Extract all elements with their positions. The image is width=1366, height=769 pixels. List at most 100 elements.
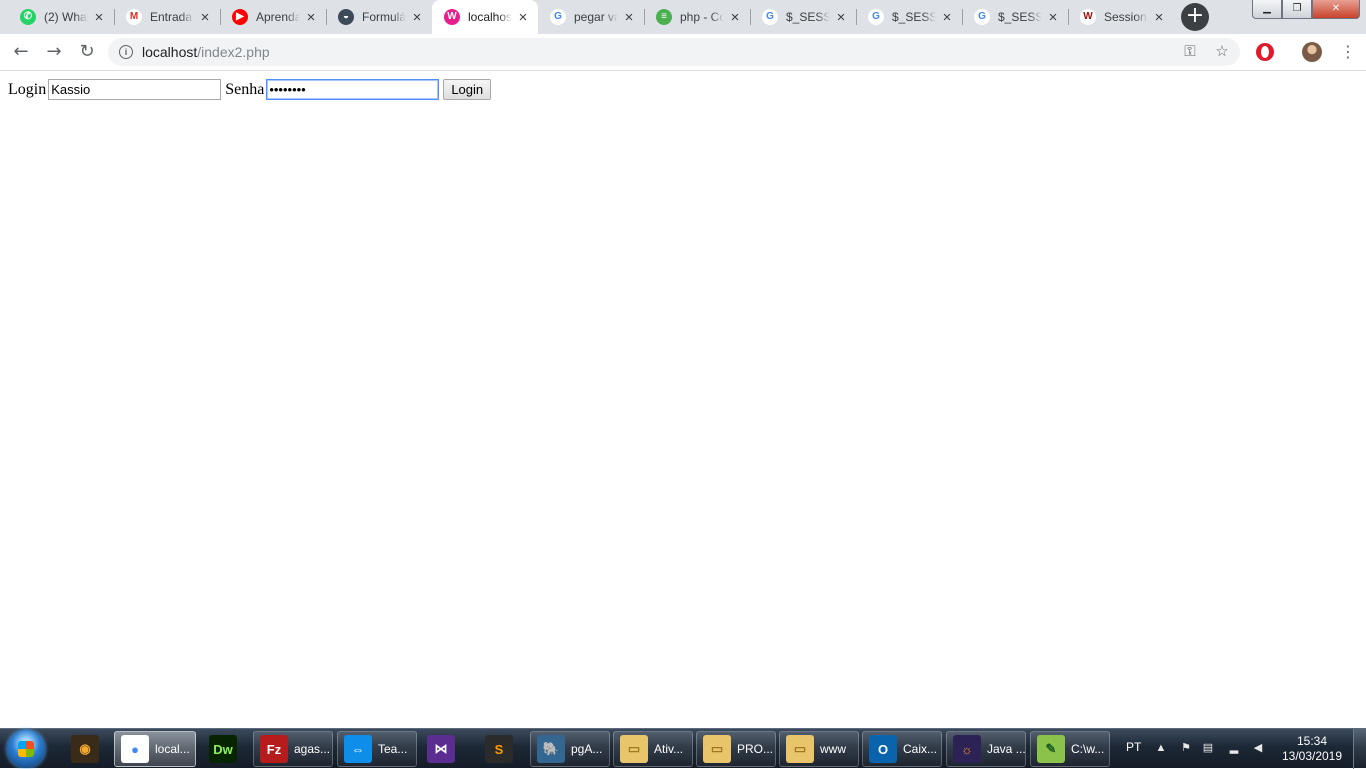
- taskbar-item-7[interactable]: 🐘 pgA...: [530, 731, 610, 767]
- tab-1[interactable]: M Entrada ×: [114, 0, 220, 34]
- taskbar-item-5[interactable]: ⋈: [420, 731, 470, 767]
- taskbar-item-8[interactable]: ▭ Ativ...: [613, 731, 693, 767]
- taskbar-item-label: Caix...: [903, 742, 938, 756]
- tab-10[interactable]: W Session ×: [1068, 0, 1174, 34]
- page-content: Login Senha Login: [0, 71, 1366, 728]
- taskbar-item-4[interactable]: ⇔ Tea...: [337, 731, 417, 767]
- login-submit-button[interactable]: Login: [443, 79, 492, 100]
- folder-icon: ▭: [786, 735, 814, 763]
- reload-icon[interactable]: ↻: [75, 40, 99, 64]
- login-label: Login: [8, 80, 47, 98]
- taskbar-item-3[interactable]: Fz agas...: [253, 731, 333, 767]
- star-bookmark-icon[interactable]: ☆: [1212, 42, 1232, 62]
- senha-input[interactable]: [266, 79, 440, 100]
- close-window-button[interactable]: ✕: [1312, 0, 1360, 19]
- forward-arrow-icon[interactable]: →: [42, 40, 66, 64]
- address-host: localhost: [142, 44, 198, 60]
- google-icon: G: [974, 9, 990, 25]
- tab-close-icon[interactable]: ×: [410, 9, 424, 26]
- tab-close-icon[interactable]: ×: [516, 9, 530, 26]
- taskbar-item-label: Tea...: [378, 742, 408, 756]
- tab-title: php - Como: [680, 10, 724, 24]
- tab-8[interactable]: G $_SESSION ×: [856, 0, 962, 34]
- minimize-button[interactable]: ▁: [1252, 0, 1282, 19]
- login-form: Login Senha Login: [8, 79, 492, 100]
- tab-6[interactable]: ≡ php - Como ×: [644, 0, 750, 34]
- taskbar-item-0[interactable]: ◉: [64, 731, 108, 767]
- taskbar-item-label: agas...: [294, 742, 331, 756]
- tab-close-icon[interactable]: ×: [622, 9, 636, 26]
- taskbar-item-6[interactable]: S: [478, 731, 526, 767]
- filezilla-icon: Fz: [260, 735, 288, 763]
- windows-taskbar: ◉ ● local... Dw Fz agas... ⇔ Tea... ⋈ S 🐘 pgA... ▭ At…: [0, 728, 1366, 769]
- profile-avatar[interactable]: [1302, 42, 1322, 62]
- opera-extension-icon[interactable]: [1256, 43, 1274, 61]
- tab-2[interactable]: ▶ Aprenda ×: [220, 0, 326, 34]
- browser-menu-icon[interactable]: ⋮: [1340, 42, 1356, 62]
- tab-9[interactable]: G $_SESSION ×: [962, 0, 1068, 34]
- tab-7[interactable]: G $_SESSION ×: [750, 0, 856, 34]
- tab-5[interactable]: Gpegar valor ×: [538, 0, 644, 34]
- maximize-button[interactable]: ❐: [1282, 0, 1312, 19]
- tab-title: $_SESSION: [998, 10, 1042, 24]
- media-player-icon: ◉: [71, 735, 99, 763]
- outlook-icon: O: [869, 735, 897, 763]
- info-icon[interactable]: i: [119, 45, 133, 59]
- tab-close-icon[interactable]: ×: [940, 9, 954, 26]
- clock[interactable]: 15:34 13/03/2019: [1278, 734, 1346, 764]
- taskbar-item-label: local...: [155, 742, 190, 756]
- tab-close-icon[interactable]: ×: [1152, 9, 1166, 26]
- taskbar-item-2[interactable]: Dw: [202, 731, 246, 767]
- signal-bars-icon[interactable]: ▂: [1228, 742, 1240, 754]
- network-icon[interactable]: ▤: [1202, 742, 1214, 754]
- clock-time: 15:34: [1296, 734, 1328, 748]
- taskbar-item-label: www: [820, 742, 846, 756]
- tab-3[interactable]: ◒ Formulário ×: [326, 0, 432, 34]
- address-bar[interactable]: i localhost/index2.php ⚿ ☆: [108, 38, 1240, 66]
- notepad-plus-icon: ✎: [1037, 735, 1065, 763]
- taskbar-item-label: Ativ...: [654, 742, 684, 756]
- taskbar-item-label: PRO...: [737, 742, 774, 756]
- tab-close-icon[interactable]: ×: [834, 9, 848, 26]
- clock-date: 13/03/2019: [1281, 749, 1343, 763]
- window-controls: ▁ ❐ ✕: [1252, 0, 1360, 19]
- taskbar-item-12[interactable]: ☼ Java ...: [946, 731, 1026, 767]
- taskbar-item-1[interactable]: ● local...: [114, 731, 196, 767]
- address-path: /index2.php: [197, 44, 270, 60]
- tab-close-icon[interactable]: ×: [728, 9, 742, 26]
- youtube-icon: ▶: [232, 9, 248, 25]
- tab-0[interactable]: ✆ (2) WhatsApp ×: [8, 0, 114, 34]
- start-button[interactable]: [7, 730, 45, 768]
- login-input[interactable]: [48, 79, 222, 100]
- back-arrow-icon[interactable]: ←: [9, 40, 33, 64]
- tab-close-icon[interactable]: ×: [198, 9, 212, 26]
- key-icon[interactable]: ⚿: [1180, 42, 1200, 62]
- tab-close-icon[interactable]: ×: [92, 9, 106, 26]
- tab-title: localhost: [468, 10, 512, 24]
- action-center-flag-icon[interactable]: ⚑: [1180, 742, 1192, 754]
- taskbar-item-9[interactable]: ▭ PRO...: [696, 731, 776, 767]
- tab-4[interactable]: Wlocalhost ×: [432, 0, 538, 34]
- stackoverflow-icon: ≡: [656, 9, 672, 25]
- tab-title: pegar valor: [574, 10, 618, 24]
- taskbar-item-13[interactable]: ✎ C:\w...: [1030, 731, 1110, 767]
- tab-title: Formulário: [362, 10, 406, 24]
- taskbar-item-label: pgA...: [571, 742, 603, 756]
- tab-close-icon[interactable]: ×: [304, 9, 318, 26]
- show-hidden-icons-icon[interactable]: ▲: [1155, 742, 1167, 754]
- sublime-text-icon: S: [485, 735, 513, 763]
- whatsapp-icon: ✆: [20, 9, 36, 25]
- folder-icon: ▭: [703, 735, 731, 763]
- w3schools-icon: W: [1080, 9, 1096, 25]
- taskbar-item-10[interactable]: ▭ www: [779, 731, 859, 767]
- tab-title: Session: [1104, 10, 1147, 24]
- volume-icon[interactable]: ◀: [1252, 742, 1264, 754]
- taskbar-item-11[interactable]: O Caix...: [862, 731, 942, 767]
- tab-title: $_SESSION: [786, 10, 830, 24]
- tab-title: $_SESSION: [892, 10, 936, 24]
- show-desktop-button[interactable]: [1353, 729, 1366, 769]
- language-indicator[interactable]: PT: [1126, 740, 1141, 754]
- tab-close-icon[interactable]: ×: [1046, 9, 1060, 26]
- teamviewer-icon: ⇔: [344, 735, 372, 763]
- new-tab-button[interactable]: +: [1181, 3, 1209, 31]
